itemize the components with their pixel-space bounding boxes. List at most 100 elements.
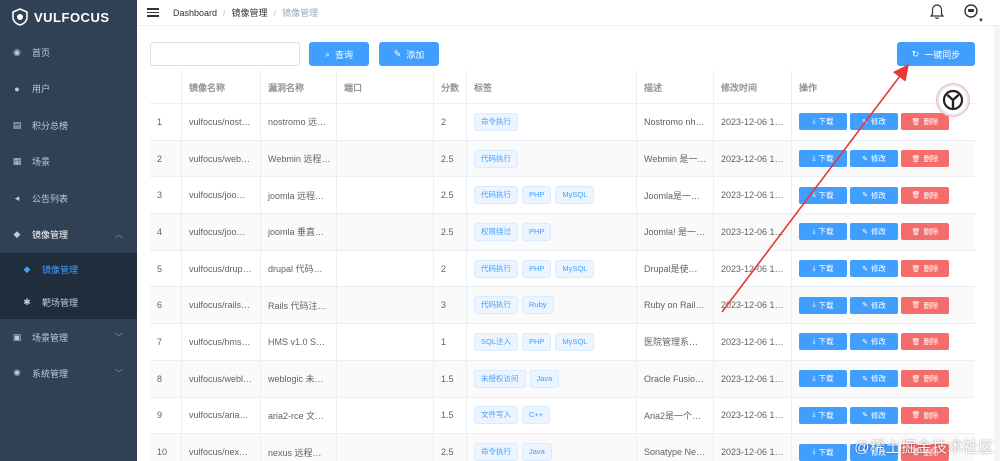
edit-icon: ✎ bbox=[862, 192, 868, 200]
download-button[interactable]: ⤓ 下载 bbox=[799, 296, 847, 314]
add-button[interactable]: ✎ 添加 bbox=[379, 42, 439, 66]
cell-time: 2023-12-06 1… bbox=[714, 140, 792, 177]
cell-desc: Drupal是使… bbox=[637, 250, 714, 287]
sidebar-item-image[interactable]: ◆ 镜像管理 ︿ bbox=[0, 217, 137, 254]
edit-icon: ✎ bbox=[862, 375, 868, 383]
download-button[interactable]: ⤓ 下载 bbox=[799, 113, 847, 131]
y-logo-icon bbox=[942, 89, 964, 111]
download-button[interactable]: ⤓ 下载 bbox=[799, 186, 847, 204]
sidebar-item-docker[interactable]: ◆ 镜像管理 bbox=[0, 253, 137, 286]
chevron-up-icon: ︿ bbox=[115, 230, 123, 240]
cell-name: vulfocus/drup… bbox=[182, 250, 261, 287]
sidebar-item-ranking[interactable]: ▤ 积分总榜 bbox=[0, 107, 137, 144]
edit-button[interactable]: ✎ 修改 bbox=[850, 113, 898, 131]
tag: 代码执行 bbox=[474, 186, 518, 205]
cell-desc: Joomla是一… bbox=[637, 177, 714, 214]
sidebar: VULFOCUS ◉ 首页 ● 用户 ▤ 积分总榜 ▦ 场景 ◂ 公告列表 ◆ 镜像管理 ︿ ◆ 镜像管理… bbox=[0, 0, 137, 461]
delete-button[interactable]: 🗑 删除 bbox=[901, 113, 949, 131]
cell-name: vulfocus/nost… bbox=[182, 104, 261, 140]
cell-port bbox=[337, 324, 434, 360]
edit-button-label: 修改 bbox=[870, 190, 886, 200]
column-header: 镜像名称 bbox=[182, 71, 261, 103]
edit-button[interactable]: ✎ 修改 bbox=[850, 186, 898, 204]
download-button-label: 下载 bbox=[818, 300, 834, 310]
download-button[interactable]: ⤓ 下载 bbox=[799, 443, 847, 461]
breadcrumb-item[interactable]: Dashboard bbox=[173, 8, 217, 18]
cell-operations: ⤓ 下载 ✎ 修改 🗑 删除 bbox=[792, 214, 975, 250]
floating-widget-icon[interactable] bbox=[937, 84, 969, 116]
cell-port bbox=[337, 397, 434, 434]
page-scrollbar[interactable] bbox=[994, 26, 1000, 461]
query-button[interactable]: ⌕ 查询 bbox=[309, 42, 369, 66]
cell-idx: 5 bbox=[150, 250, 182, 287]
cell-time: 2023-12-06 1… bbox=[714, 104, 792, 140]
download-button[interactable]: ⤓ 下载 bbox=[799, 260, 847, 278]
sidebar-item-dashboard[interactable]: ◉ 首页 bbox=[0, 34, 137, 71]
cell-tags: 代码执行 Ruby bbox=[467, 287, 637, 324]
column-header: 端口 bbox=[337, 71, 434, 103]
edit-icon: ✎ bbox=[862, 155, 868, 163]
delete-button-label: 删除 bbox=[923, 264, 939, 274]
cell-port bbox=[337, 250, 434, 287]
download-button[interactable]: ⤓ 下载 bbox=[799, 223, 847, 241]
download-button[interactable]: ⤓ 下载 bbox=[799, 150, 847, 168]
edit-button[interactable]: ✎ 修改 bbox=[850, 333, 898, 351]
cell-time: 2023-12-06 1… bbox=[714, 434, 792, 461]
edit-button[interactable]: ✎ 修改 bbox=[850, 223, 898, 241]
sidebar-item-bug[interactable]: ✱ 靶场管理 bbox=[0, 286, 137, 319]
hamburger-icon[interactable] bbox=[147, 6, 159, 19]
download-button[interactable]: ⤓ 下载 bbox=[799, 406, 847, 424]
download-icon: ⤓ bbox=[812, 191, 816, 199]
cell-port bbox=[337, 360, 434, 397]
download-button-label: 下载 bbox=[818, 264, 834, 274]
sync-button[interactable]: ↻ 一键同步 bbox=[897, 42, 975, 66]
delete-button[interactable]: 🗑 删除 bbox=[901, 186, 949, 204]
delete-button[interactable]: 🗑 删除 bbox=[901, 260, 949, 278]
delete-button[interactable]: 🗑 删除 bbox=[901, 223, 949, 241]
edit-button[interactable]: ✎ 修改 bbox=[850, 260, 898, 278]
bell-icon[interactable] bbox=[930, 4, 944, 20]
table-row: 9 vulfocus/aria… aria2-rce 文… 1.5 文件写入 C++ Ari… bbox=[150, 397, 975, 435]
breadcrumb-item[interactable]: 镜像管理 bbox=[232, 8, 268, 18]
cell-operations: ⤓ 下载 ✎ 修改 🗑 删除 bbox=[792, 287, 975, 323]
edit-button[interactable]: ✎ 修改 bbox=[850, 150, 898, 168]
edit-button[interactable]: ✎ 修改 bbox=[850, 406, 898, 424]
app-logo[interactable]: VULFOCUS bbox=[0, 0, 137, 34]
sidebar-item-label: 镜像管理 bbox=[42, 265, 79, 275]
submenu-image-management: ◆ 镜像管理 ✱ 靶场管理 bbox=[0, 253, 137, 319]
edit-button-label: 修改 bbox=[870, 117, 886, 127]
sidebar-item-notice[interactable]: ◂ 公告列表 bbox=[0, 180, 137, 217]
caret-down-icon[interactable]: ▼ bbox=[978, 18, 984, 24]
download-button[interactable]: ⤓ 下载 bbox=[799, 333, 847, 351]
delete-button[interactable]: 🗑 删除 bbox=[901, 406, 949, 424]
sidebar-item-user[interactable]: ● 用户 bbox=[0, 71, 137, 108]
edit-button[interactable]: ✎ 修改 bbox=[850, 296, 898, 314]
sidebar-item-settings[interactable]: ✺ 系统管理 ﹀ bbox=[0, 356, 137, 393]
delete-button[interactable]: 🗑 删除 bbox=[901, 333, 949, 351]
image-icon: ◆ bbox=[13, 229, 21, 240]
sidebar-item-table[interactable]: ▦ 场景 bbox=[0, 144, 137, 181]
download-button[interactable]: ⤓ 下载 bbox=[799, 370, 847, 388]
cell-tags: 文件写入 C++ bbox=[467, 397, 637, 434]
cell-score: 2.5 bbox=[434, 140, 467, 177]
delete-button-label: 删除 bbox=[923, 227, 939, 237]
download-button-label: 下载 bbox=[818, 154, 834, 164]
delete-button-label: 删除 bbox=[923, 337, 939, 347]
download-button-label: 下载 bbox=[818, 337, 834, 347]
cell-idx: 9 bbox=[150, 397, 182, 434]
app-logo-text: VULFOCUS bbox=[34, 9, 110, 25]
cell-desc: Aria2是一个… bbox=[637, 397, 714, 434]
avatar-icon[interactable] bbox=[964, 4, 978, 18]
edit-button[interactable]: ✎ 修改 bbox=[850, 370, 898, 388]
settings-icon: ✺ bbox=[13, 368, 21, 379]
cell-idx: 1 bbox=[150, 104, 182, 140]
tag: Java bbox=[522, 443, 552, 461]
delete-button[interactable]: 🗑 删除 bbox=[901, 370, 949, 388]
cell-tags: 代码执行 bbox=[467, 140, 637, 177]
tag: 代码执行 bbox=[474, 259, 518, 278]
delete-button[interactable]: 🗑 删除 bbox=[901, 296, 949, 314]
sidebar-item-scene[interactable]: ▣ 场景管理 ﹀ bbox=[0, 319, 137, 356]
search-input[interactable] bbox=[150, 42, 300, 66]
delete-button[interactable]: 🗑 删除 bbox=[901, 150, 949, 168]
table-row: 4 vulfocus/joo… joomla 垂直… 2.5 权限绕过 PHP Joomla… bbox=[150, 214, 975, 251]
